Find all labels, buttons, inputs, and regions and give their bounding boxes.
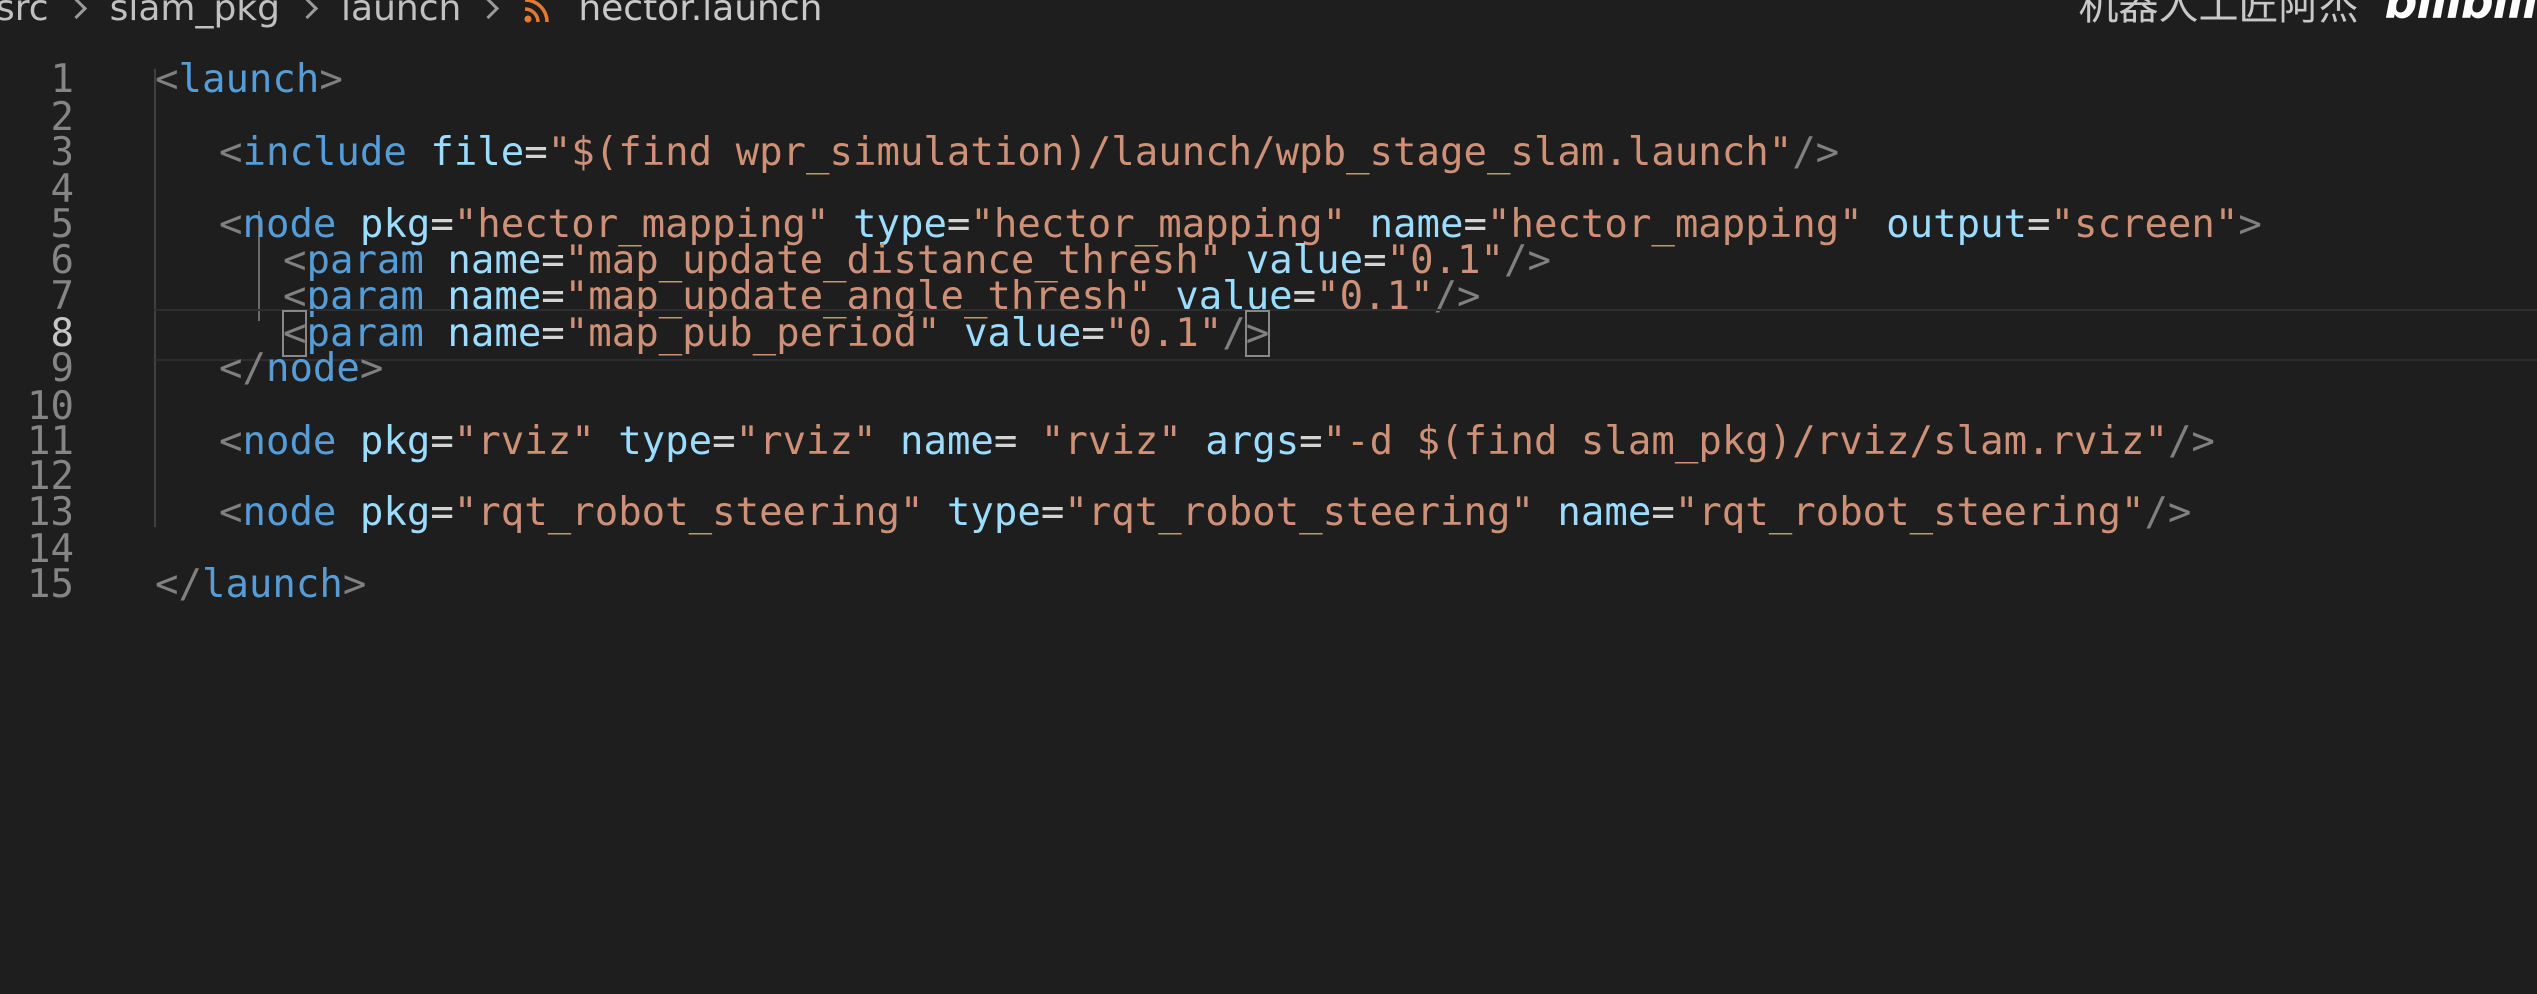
breadcrumb-item-file[interactable]: hector.launch [578,0,822,29]
chevron-right-icon [478,0,500,19]
line-number: 15 [27,562,74,607]
breadcrumb-item-src[interactable]: src [0,0,49,29]
breadcrumb-item-launch[interactable]: launch [341,0,461,29]
code-line[interactable]: 15 </launch> [0,560,2537,610]
breadcrumb: src slam_pkg launch hector.launch [0,0,822,29]
breadcrumb-item-slam-pkg[interactable]: slam_pkg [110,0,280,29]
watermark: 机器人工匠阿杰 bilibili [2079,0,2537,29]
rss-feed-icon [522,0,552,23]
chevron-right-icon [65,0,87,19]
watermark-text: 机器人工匠阿杰 [2078,0,2359,29]
bilibili-logo: bilibili [2384,0,2537,29]
chevron-right-icon [296,0,319,19]
code-text: </launch> [155,562,367,607]
